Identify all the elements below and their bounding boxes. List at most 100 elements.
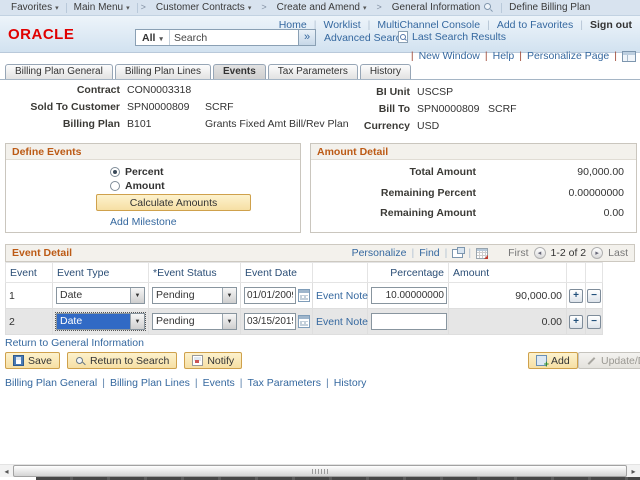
select-arrow-icon	[130, 314, 144, 329]
calendar-icon[interactable]	[298, 315, 310, 328]
contract-label: Contract	[0, 84, 120, 96]
tab-events[interactable]: Events	[213, 64, 266, 79]
scroll-left-arrow[interactable]	[0, 465, 13, 477]
search-bar: All	[135, 29, 299, 46]
sign-out-link[interactable]: Sign out	[583, 19, 634, 31]
search-go-button[interactable]	[298, 29, 316, 46]
calculate-amounts-button[interactable]: Calculate Amounts	[96, 194, 251, 211]
separator	[614, 50, 617, 62]
event-grid: Event Event Type *Event Status Event Dat…	[5, 262, 603, 335]
delete-row-button[interactable]: −	[587, 289, 601, 303]
tab-billing-plan-general[interactable]: Billing Plan General	[5, 64, 113, 79]
billing-plan-value: B101	[127, 118, 152, 130]
toolbar: Save Return to Search Notify	[5, 352, 242, 369]
select-value: Pending	[153, 288, 222, 303]
column-amount: Amount	[449, 263, 567, 283]
event-type-select[interactable]: Date	[56, 287, 145, 304]
calendar-icon[interactable]	[298, 289, 310, 302]
horizontal-scrollbar[interactable]	[0, 464, 640, 477]
column-event-type: Event Type	[53, 263, 149, 283]
plan-summary: Contract CON0003318 Sold To Customer SPN…	[0, 84, 640, 136]
add-milestone-link[interactable]: Add Milestone	[110, 216, 177, 228]
event-status-select[interactable]: Pending	[152, 313, 237, 330]
scrollbar-thumb[interactable]	[13, 465, 627, 477]
personalize-layout-icon[interactable]	[622, 51, 636, 62]
grid-header: Event Detail Personalize Find First 1-2 …	[5, 244, 635, 262]
button-label: Save	[28, 355, 52, 367]
percentage-input[interactable]	[371, 287, 447, 304]
personalize-page-link[interactable]: Personalize Page	[527, 50, 609, 62]
footer-link-billing-plan-general[interactable]: Billing Plan General	[5, 377, 97, 389]
tab-history[interactable]: History	[360, 64, 411, 79]
help-link[interactable]: Help	[493, 50, 515, 62]
search-input[interactable]	[170, 30, 298, 45]
tab-billing-plan-lines[interactable]: Billing Plan Lines	[115, 64, 211, 79]
footer-link-tax-parameters[interactable]: Tax Parameters	[248, 377, 322, 389]
radio-label: Amount	[125, 180, 165, 192]
return-to-search-button[interactable]: Return to Search	[67, 352, 177, 369]
breadcrumb-main-menu[interactable]: Main Menu	[67, 0, 137, 15]
first-label: First	[508, 247, 528, 259]
divider	[0, 79, 640, 80]
add-row-button[interactable]: +	[569, 315, 583, 329]
radio-selected-icon	[110, 167, 120, 177]
personalize-link[interactable]: Personalize	[352, 247, 407, 259]
separator	[468, 247, 471, 259]
multichannel-console-link[interactable]: MultiChannel Console	[370, 19, 487, 31]
footer-link-events[interactable]: Events	[203, 377, 235, 389]
advanced-search-link[interactable]: Advanced Search	[324, 32, 407, 44]
add-row-button[interactable]: +	[569, 289, 583, 303]
notify-button[interactable]: Notify	[184, 352, 242, 369]
footer-link-history[interactable]: History	[334, 377, 367, 389]
separator	[445, 247, 448, 259]
add-button[interactable]: Add	[528, 352, 578, 369]
select-arrow-icon	[130, 288, 144, 303]
percentage-input[interactable]	[371, 313, 447, 330]
search-scope-select[interactable]: All	[136, 30, 170, 45]
event-note-link[interactable]: Event Note	[316, 290, 368, 302]
previous-rows-button[interactable]	[534, 247, 546, 259]
event-date-input[interactable]	[244, 287, 296, 304]
last-search-results[interactable]: Last Search Results	[398, 31, 506, 43]
breadcrumb-label: Favorites	[11, 2, 52, 13]
new-window-link[interactable]: New Window	[419, 50, 480, 62]
next-rows-button[interactable]	[591, 247, 603, 259]
event-date-input[interactable]	[244, 313, 296, 330]
remaining-amount-label: Remaining Amount	[311, 207, 476, 219]
button-label: Return to Search	[90, 355, 169, 367]
scroll-right-arrow[interactable]	[627, 465, 640, 477]
breadcrumb-customer-contracts[interactable]: Customer Contracts	[149, 0, 258, 15]
event-number: 1	[6, 283, 53, 309]
column-event-date: Event Date	[241, 263, 313, 283]
breadcrumb-create-and-amend[interactable]: Create and Amend	[270, 0, 374, 15]
breadcrumb-general-information[interactable]: General Information	[385, 0, 501, 15]
view-all-icon[interactable]	[452, 249, 463, 258]
tab-tax-parameters[interactable]: Tax Parameters	[268, 64, 358, 79]
return-to-general-link[interactable]: Return to General Information	[5, 337, 144, 349]
currency-value: USD	[417, 120, 439, 132]
find-link[interactable]: Find	[419, 247, 439, 259]
grid-header-row: Event Event Type *Event Status Event Dat…	[6, 263, 603, 283]
total-amount-label: Total Amount	[311, 166, 476, 178]
chevron-down-icon	[126, 2, 130, 13]
breadcrumb-favorites-menu[interactable]: Favorites	[4, 0, 66, 15]
save-button[interactable]: Save	[5, 352, 60, 369]
event-number: 2	[6, 309, 53, 335]
return-to-search-icon	[75, 355, 86, 366]
bi-unit-value: USCSP	[417, 86, 453, 98]
event-note-link[interactable]: Event Note	[316, 316, 368, 328]
tab-bar: Billing Plan General Billing Plan Lines …	[5, 64, 411, 79]
amount-radio[interactable]: Amount	[110, 180, 165, 192]
currency-label: Currency	[300, 120, 410, 132]
percent-radio[interactable]: Percent	[110, 166, 164, 178]
worklist-link[interactable]: Worklist	[316, 19, 367, 31]
footer-link-billing-plan-lines[interactable]: Billing Plan Lines	[110, 377, 190, 389]
add-to-favorites-link[interactable]: Add to Favorites	[490, 19, 580, 31]
download-grid-icon[interactable]	[476, 248, 488, 259]
sold-to-value: SPN0000809	[127, 101, 189, 113]
breadcrumb-current-page: Define Billing Plan	[502, 2, 597, 13]
sold-to-label: Sold To Customer	[0, 101, 120, 113]
event-type-select[interactable]: Date	[56, 313, 145, 330]
event-status-select[interactable]: Pending	[152, 287, 237, 304]
delete-row-button[interactable]: −	[587, 315, 601, 329]
